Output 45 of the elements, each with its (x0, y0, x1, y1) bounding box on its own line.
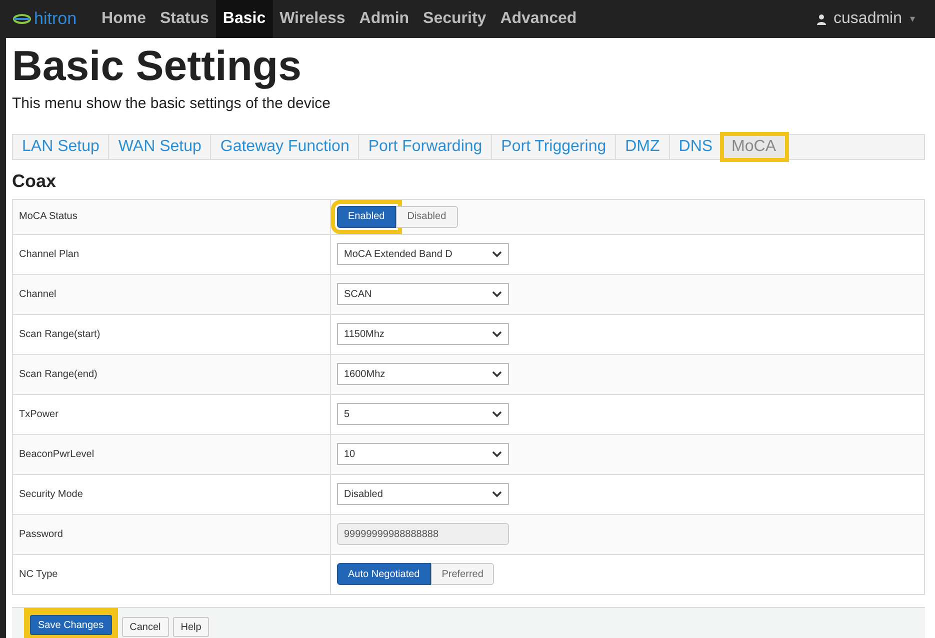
nav-link[interactable]: Admin (352, 0, 416, 38)
select-field[interactable]: MoCA Extended Band D (337, 243, 509, 265)
chevron-down-icon (492, 410, 502, 418)
nav-link[interactable]: Basic (216, 0, 273, 38)
nav-link[interactable]: Home (94, 0, 153, 38)
page-subtitle: This menu show the basic settings of the device (12, 94, 332, 114)
toggle-option[interactable]: Preferred (430, 563, 494, 585)
chevron-down-icon (492, 490, 502, 498)
nav-link[interactable]: Security (416, 0, 494, 38)
nav-link[interactable]: Advanced (493, 0, 584, 38)
page-title: Basic Settings (12, 41, 302, 91)
logo-text: hitron (34, 8, 77, 30)
chevron-down-icon (492, 330, 502, 338)
field-label: BeaconPwrLevel (19, 448, 94, 462)
nav-link[interactable]: Wireless (272, 0, 352, 38)
field-label: Channel Plan (19, 248, 80, 262)
select-field[interactable]: SCAN (337, 283, 509, 305)
user-icon (816, 14, 826, 24)
field-label: NC Type (19, 568, 58, 582)
select-field[interactable]: Disabled (337, 483, 509, 505)
select-field[interactable]: 1150Mhz (337, 323, 509, 345)
section-title: Coax (12, 170, 58, 192)
user-menu[interactable]: cusadmin ▾ (816, 7, 915, 31)
chevron-down-icon (492, 290, 502, 298)
chevron-down-icon (492, 450, 502, 458)
field-label: Channel (19, 288, 56, 302)
toggle-option[interactable]: Auto Negotiated (337, 563, 431, 585)
nav-link[interactable]: Status (152, 0, 216, 38)
chevron-down-icon (492, 250, 502, 258)
logo-icon (12, 12, 32, 26)
field-label: Password (19, 528, 63, 542)
toggle-option[interactable]: Disabled (396, 206, 458, 228)
field-label: MoCA Status (19, 210, 78, 224)
select-field[interactable]: 5 (337, 403, 509, 425)
footer-button[interactable]: Cancel (122, 617, 169, 637)
caret-icon: ▾ (910, 12, 915, 26)
select-field[interactable]: 10 (337, 443, 509, 465)
field-label: Scan Range(start) (19, 328, 100, 342)
footer-button[interactable]: Help (172, 617, 210, 637)
field-label: TxPower (19, 408, 58, 422)
chevron-down-icon (492, 370, 502, 378)
field-label: Security Mode (19, 488, 83, 502)
save-button[interactable]: Save Changes (30, 615, 112, 635)
field-label: Scan Range(end) (19, 368, 98, 382)
select-field[interactable]: 1600Mhz (337, 363, 509, 385)
